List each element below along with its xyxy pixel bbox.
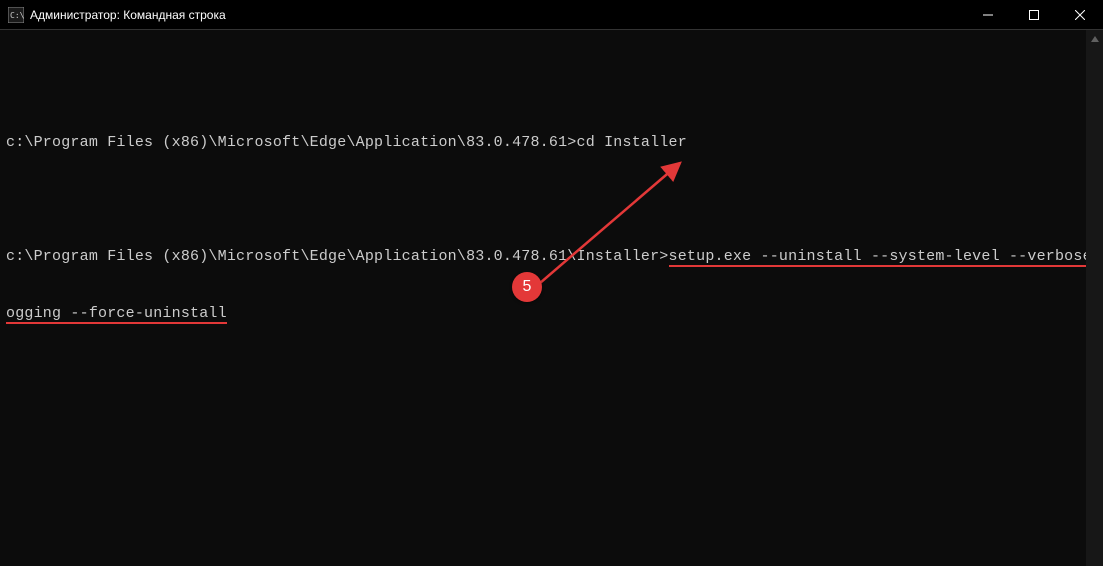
command-2-part1: setup.exe --uninstall --system-level --v…	[669, 248, 1103, 267]
window-controls	[965, 0, 1103, 29]
command-2-part2: ogging --force-uninstall	[6, 305, 227, 324]
minimize-button[interactable]	[965, 0, 1011, 29]
terminal-output: c:\Program Files (x86)\Microsoft\Edge\Ap…	[6, 38, 1103, 361]
command-1: cd Installer	[577, 134, 687, 151]
cmd-icon: C:\	[8, 7, 24, 23]
close-button[interactable]	[1057, 0, 1103, 29]
vertical-scrollbar[interactable]	[1086, 30, 1103, 566]
prompt-2: c:\Program Files (x86)\Microsoft\Edge\Ap…	[6, 248, 669, 265]
svg-text:C:\: C:\	[10, 11, 24, 20]
maximize-button[interactable]	[1011, 0, 1057, 29]
prompt-1: c:\Program Files (x86)\Microsoft\Edge\Ap…	[6, 134, 577, 151]
terminal-area[interactable]: c:\Program Files (x86)\Microsoft\Edge\Ap…	[0, 30, 1103, 566]
window-title: Администратор: Командная строка	[30, 8, 965, 22]
scrollbar-up-arrow[interactable]	[1086, 30, 1103, 47]
window-titlebar: C:\ Администратор: Командная строка	[0, 0, 1103, 30]
